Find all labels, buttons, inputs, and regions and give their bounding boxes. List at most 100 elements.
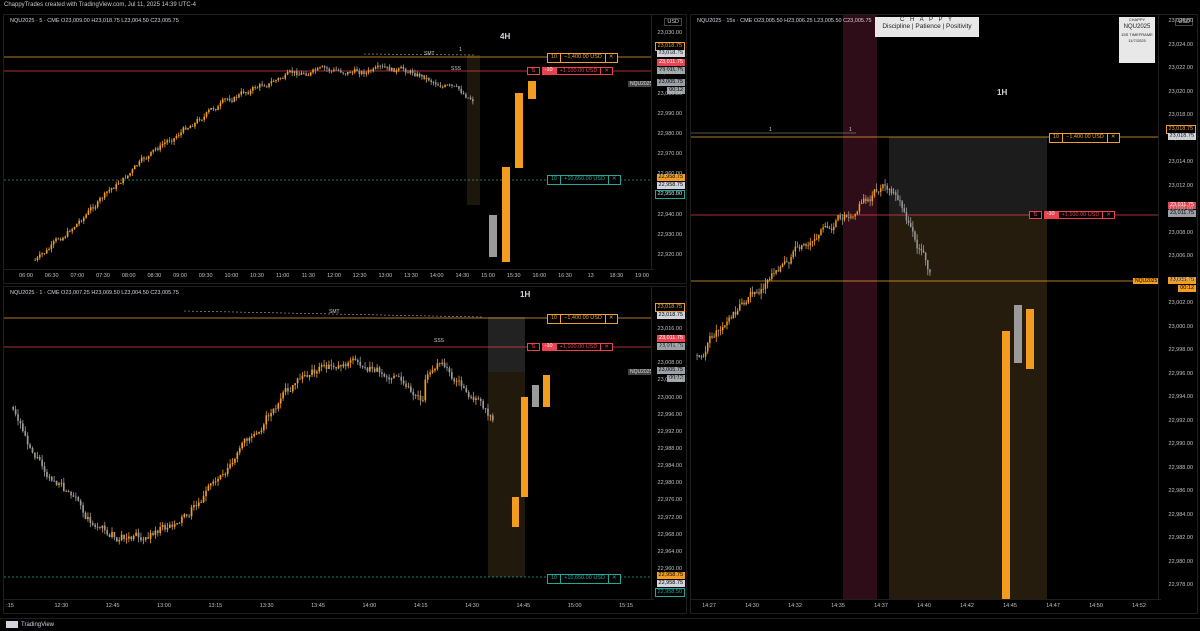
candle	[798, 244, 801, 252]
candles-plot-1h[interactable]: SMT SSS	[4, 287, 654, 602]
candle	[50, 241, 53, 253]
candle	[448, 83, 451, 87]
tp-order-line[interactable]: 10 −1,400.00 USD ✕	[1049, 133, 1120, 143]
close-icon[interactable]: ✕	[609, 575, 620, 583]
candle	[786, 257, 788, 263]
candle	[173, 137, 175, 146]
time-tick: 11:00	[275, 273, 290, 279]
close-icon[interactable]: ✕	[606, 54, 617, 62]
candle	[249, 88, 252, 96]
candle	[272, 408, 275, 416]
sl-order-line[interactable]: ⇅ -10 +1,100.00 USD ✕	[527, 343, 613, 351]
sl-order-line[interactable]: ⇅ -10 +1,100.00 USD ✕	[527, 67, 613, 75]
close-icon[interactable]: ✕	[1108, 134, 1119, 142]
entry-order-line[interactable]: 10 +10,650.00 USD ✕	[547, 574, 621, 584]
close-icon[interactable]: ✕	[609, 176, 620, 184]
candle	[66, 227, 69, 238]
tp-order-line[interactable]: 10 −1,400.00 USD ✕	[547, 314, 618, 324]
candle	[460, 376, 463, 391]
candle	[813, 233, 816, 246]
candle	[771, 268, 773, 281]
candle	[275, 79, 277, 83]
candle	[106, 526, 109, 537]
order-pnl: −1,400.00 USD	[1063, 134, 1108, 142]
candle	[101, 196, 104, 202]
candle	[256, 86, 259, 89]
candle	[71, 227, 74, 235]
candle	[188, 513, 190, 519]
time-tick: 13:15	[208, 603, 223, 609]
candle	[818, 234, 820, 242]
time-tick: 19:00	[635, 273, 649, 279]
symbol-legend[interactable]: NQU2025 · 1 · CME O23,007.25 H23,009.50 …	[10, 290, 179, 296]
candle	[224, 472, 227, 478]
sl-order-line[interactable]: ⇅ -10 +1,100.00 USD ✕	[1029, 211, 1115, 219]
candle	[528, 81, 536, 99]
time-axis[interactable]: :15 12:30 12:45 13:00 13:15 13:30 13:45 14:00 14…	[4, 599, 654, 613]
candle	[316, 66, 319, 71]
price-scale[interactable]: USD 23,018.75 23,018.75 23,011.75 23,011…	[651, 15, 686, 272]
price-scale[interactable]: 23,018.75 23,018.75 23,011.75 23,011.75 …	[651, 287, 686, 602]
chart-panel-4h[interactable]: SMT SSS 1 NQU2025 · 5 · CME O23,009.00 H23…	[3, 14, 687, 284]
price-tick: 22,940.00	[657, 211, 682, 218]
symbol-legend[interactable]: NQU2025 · 15s · CME O23,005.50 H23,006.2…	[697, 18, 872, 24]
price-tick: 22,996.00	[1168, 370, 1193, 377]
price-tick: 22,972.00	[657, 514, 682, 521]
candle	[87, 512, 89, 522]
time-axis[interactable]: 14:27 14:30 14:32 14:35 14:37 14:40 14:42 14:45…	[691, 599, 1161, 613]
time-tick: 15:30	[506, 273, 521, 279]
price-tick: 22,994.00	[1168, 394, 1193, 400]
candle	[208, 108, 210, 114]
candle	[308, 374, 311, 381]
candle	[328, 67, 331, 74]
price-tick: 23,000.00	[657, 90, 682, 97]
time-tick: 13	[587, 273, 594, 279]
candle	[412, 388, 415, 401]
reverse-icon[interactable]: ⇅	[527, 67, 540, 75]
candle	[209, 482, 212, 490]
tradingview-brand[interactable]: TradingView	[6, 621, 54, 628]
candles-plot-15s[interactable]: 11	[691, 15, 1161, 602]
close-icon[interactable]: ✕	[1103, 211, 1115, 219]
sss-label: SSS	[434, 338, 445, 344]
symbol-legend[interactable]: NQU2025 · 5 · CME O23,009.00 H23,018.75 …	[10, 18, 179, 24]
tp-order-line[interactable]: 10 −1,400.00 USD ✕	[547, 53, 618, 63]
candle	[41, 454, 43, 470]
candle	[272, 79, 275, 83]
candle	[149, 529, 152, 544]
candle	[193, 500, 195, 511]
candle	[270, 408, 272, 422]
candle	[173, 520, 176, 530]
candle	[184, 125, 187, 130]
price-scale[interactable]: USD 23,018.75 23,018.75 23,011.75 23,011…	[1158, 15, 1197, 602]
candle	[347, 360, 350, 369]
reverse-icon[interactable]: ⇅	[1029, 211, 1042, 219]
time-axis[interactable]: 06:00 06:30 07:00 07:30 08:00 08:30 09:00 09:30…	[4, 269, 654, 283]
close-icon[interactable]: ✕	[606, 315, 617, 323]
time-tick: 06:00	[19, 273, 33, 279]
reverse-icon[interactable]: ⇅	[527, 343, 540, 351]
candle	[886, 183, 888, 194]
entry-price-tag-2: 22,958.75	[656, 580, 685, 587]
chart-panel-1h-left[interactable]: SMT SSS NQU2025 · 1 · CME O23,007.25 H23,…	[3, 286, 687, 614]
entry-order-line[interactable]: 10 +10,650.00 USD ✕	[547, 175, 621, 185]
chart-panel-15s[interactable]: 11 NQU2025 · 15s · CME O23,005.50 H23,00…	[690, 14, 1198, 614]
candle	[364, 362, 366, 370]
candle	[115, 181, 118, 192]
candle	[29, 442, 31, 449]
candle	[36, 256, 39, 262]
price-tick: 23,026.00	[1168, 18, 1193, 24]
currency-label[interactable]: USD	[664, 18, 682, 26]
time-tick: 14:30	[745, 603, 759, 609]
time-tick: 10:30	[250, 273, 264, 279]
time-tick: 14:30	[465, 603, 479, 609]
candle	[463, 383, 465, 389]
close-icon[interactable]: ✕	[601, 67, 613, 75]
candle	[87, 207, 90, 216]
candle	[323, 359, 325, 368]
close-icon[interactable]: ✕	[601, 343, 613, 351]
candle	[358, 68, 361, 78]
time-tick: 09:30	[198, 273, 213, 279]
candle	[316, 369, 318, 378]
candle	[77, 495, 80, 502]
